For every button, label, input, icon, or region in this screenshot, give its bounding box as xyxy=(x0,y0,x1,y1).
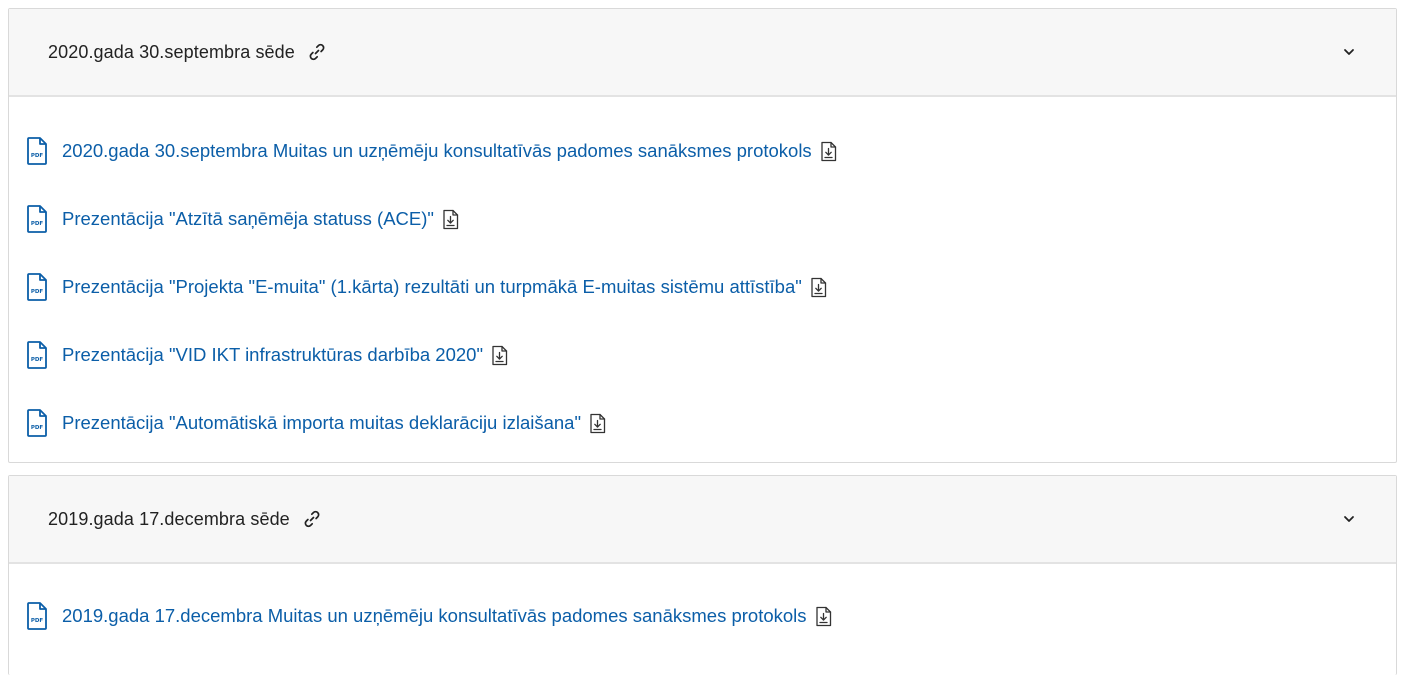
pdf-file-icon: PDF xyxy=(26,340,48,370)
accordion-section-2019-12-17: 2019.gada 17.decembra sēde PDF 2019.gada… xyxy=(8,475,1397,675)
accordion-section-2020-09-30: 2020.gada 30.septembra sēde PDF 2020.gad… xyxy=(8,8,1397,463)
file-download-link[interactable]: 2020.gada 30.septembra Muitas un uzņēmēj… xyxy=(62,140,812,162)
svg-text:PDF: PDF xyxy=(31,221,44,227)
file-item: PDF Prezentācija "Automātiskā importa mu… xyxy=(26,405,1396,441)
file-item: PDF Prezentācija "VID IKT infrastruktūra… xyxy=(26,337,1396,373)
file-list: PDF 2019.gada 17.decembra Muitas un uzņē… xyxy=(9,564,1396,634)
svg-text:PDF: PDF xyxy=(31,618,44,624)
file-list: PDF 2020.gada 30.septembra Muitas un uzņ… xyxy=(9,97,1396,441)
download-icon[interactable] xyxy=(820,141,837,162)
section-title: 2019.gada 17.decembra sēde xyxy=(48,508,290,529)
file-item: PDF Prezentācija "Projekta "E-muita" (1.… xyxy=(26,269,1396,305)
file-item: PDF Prezentācija "Atzītā saņēmēja status… xyxy=(26,201,1396,237)
download-icon[interactable] xyxy=(815,606,832,627)
download-icon[interactable] xyxy=(442,209,459,230)
download-icon[interactable] xyxy=(491,345,508,366)
chevron-down-icon[interactable] xyxy=(1342,45,1356,59)
file-download-link[interactable]: Prezentācija "Projekta "E-muita" (1.kārt… xyxy=(62,276,802,298)
svg-text:PDF: PDF xyxy=(31,153,44,159)
accordion-header[interactable]: 2019.gada 17.decembra sēde xyxy=(9,476,1396,564)
svg-text:PDF: PDF xyxy=(31,357,44,363)
link-icon[interactable] xyxy=(307,42,327,62)
file-download-link[interactable]: Prezentācija "Atzītā saņēmēja statuss (A… xyxy=(62,208,434,230)
file-item: PDF 2019.gada 17.decembra Muitas un uzņē… xyxy=(26,598,1396,634)
pdf-file-icon: PDF xyxy=(26,136,48,166)
link-icon[interactable] xyxy=(302,509,322,529)
accordion-header[interactable]: 2020.gada 30.septembra sēde xyxy=(9,9,1396,97)
pdf-file-icon: PDF xyxy=(26,601,48,631)
file-download-link[interactable]: 2019.gada 17.decembra Muitas un uzņēmēju… xyxy=(62,605,807,627)
file-download-link[interactable]: Prezentācija "Automātiskā importa muitas… xyxy=(62,412,581,434)
file-item: PDF 2020.gada 30.septembra Muitas un uzņ… xyxy=(26,133,1396,169)
pdf-file-icon: PDF xyxy=(26,204,48,234)
download-icon[interactable] xyxy=(589,413,606,434)
file-download-link[interactable]: Prezentācija "VID IKT infrastruktūras da… xyxy=(62,344,483,366)
chevron-down-icon[interactable] xyxy=(1342,512,1356,526)
download-icon[interactable] xyxy=(810,277,827,298)
section-title: 2020.gada 30.septembra sēde xyxy=(48,41,295,62)
svg-text:PDF: PDF xyxy=(31,289,44,295)
pdf-file-icon: PDF xyxy=(26,272,48,302)
pdf-file-icon: PDF xyxy=(26,408,48,438)
svg-text:PDF: PDF xyxy=(31,425,44,431)
